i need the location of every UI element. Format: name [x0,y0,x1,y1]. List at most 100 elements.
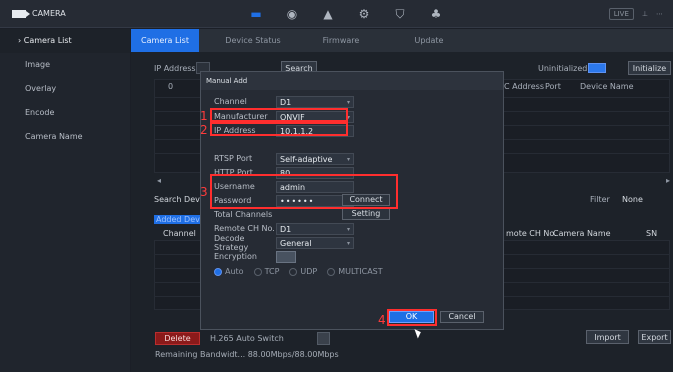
table-header-device-name: Device Name [580,82,634,91]
rtsp-port-label: RTSP Port [214,154,253,163]
sidebar-item-label: Encode [25,108,55,117]
table-header-index: 0 [168,82,174,91]
h265-auto-switch-label: H.265 Auto Switch [210,334,284,343]
network-icon[interactable]: ◉ [284,7,300,21]
annotation-number: 2 [200,123,208,137]
user-icon[interactable]: ♣ [428,7,444,21]
radio-unselected-icon [327,267,336,276]
annotation-box-credentials [210,174,398,209]
radio-selected-icon [214,267,222,276]
ok-button[interactable]: OK [389,311,434,323]
app-title-text: CAMERA [32,9,66,18]
user-status-icon[interactable]: ⊥ [642,10,648,18]
annotation-box-ip-address [210,122,348,136]
rtsp-port-row: RTSP Port Self-adaptive ▾ [214,152,354,165]
radio-label: UDP [300,267,318,276]
tab-firmware[interactable]: Firmware [307,29,375,52]
setting-button[interactable]: Setting [342,208,390,220]
top-status-area: LIVE ⊥ ⋯ [608,8,663,20]
decode-strategy-select[interactable]: General ▾ [276,236,354,249]
encryption-row: Encryption [214,250,296,263]
tab-device-status[interactable]: Device Status [219,29,287,52]
table-header-camera-name: Camera Name [553,229,611,238]
ip-address-filter-label: IP Address [154,64,196,73]
sidebar-item-label: Camera Name [25,132,83,141]
uninitialized-label: Uninitialized [538,64,588,73]
sidebar-item-image[interactable]: Image [0,53,130,77]
top-bar: CAMERA ▬ ◉ ▲ ⚙ ⛉ ♣ LIVE ⊥ ⋯ [0,0,673,28]
uninitialized-toggle[interactable] [588,63,606,73]
chevron-down-icon: ▾ [346,98,350,106]
table-header-remote-ch: mote CH No. [506,229,557,238]
radio-auto[interactable]: Auto [214,267,244,276]
chevron-right-icon: › [18,36,22,45]
sidebar-item-camera-list[interactable]: › Camera List [0,29,130,53]
filter-select[interactable]: None [622,195,643,204]
tab-camera-list[interactable]: Camera List [131,29,199,52]
radio-label: Auto [225,267,244,276]
delete-button[interactable]: Delete [155,332,200,345]
total-channels-label: Total Channels [214,210,273,219]
sidebar: › Camera List Image Overlay Encode Camer… [0,29,130,372]
sidebar-item-label: Camera List [23,36,72,45]
radio-udp[interactable]: UDP [289,267,317,276]
sidebar-item-camera-name[interactable]: Camera Name [0,125,130,149]
table-header-port: Port [545,82,561,91]
remaining-bandwidth-text: Remaining Bandwidt... 88.00Mbps/88.00Mbp… [155,350,339,359]
radio-label: TCP [264,267,280,276]
filter-label: Filter [590,195,610,204]
radio-unselected-icon [289,267,298,276]
live-badge[interactable]: LIVE [608,8,634,20]
protocol-row: Auto TCP UDP MULTICAST [214,265,383,278]
radio-multicast[interactable]: MULTICAST [327,267,383,276]
scroll-left-icon[interactable]: ◂ [157,176,161,185]
total-channels-row: Total Channels [214,208,276,221]
channel-value: D1 [280,97,292,107]
tab-update[interactable]: Update [395,29,463,52]
added-devices-label[interactable]: Added Devi [154,215,205,224]
table-header-sn: SN [646,229,658,238]
menu-icon[interactable]: ⋯ [656,10,663,18]
table-header-mac: C Address [504,82,544,91]
settings-icon[interactable]: ⚙ [356,7,372,21]
chevron-down-icon: ▾ [346,225,350,233]
sidebar-item-label: Overlay [25,84,57,93]
protocol-radio-group: Auto TCP UDP MULTICAST [214,267,383,276]
camera-logo-icon [12,9,30,18]
table-header-channel: Channel [163,229,196,238]
chevron-down-icon: ▾ [346,155,350,163]
decode-strategy-row: Decode Strategy General ▾ [214,233,354,252]
annotation-number: 4 [378,313,386,327]
top-icon-toolbar: ▬ ◉ ▲ ⚙ ⛉ ♣ [248,7,444,21]
initialize-button[interactable]: Initialize [628,61,671,75]
export-button[interactable]: Export [638,330,671,344]
remote-ch-value: D1 [280,224,292,234]
shield-icon[interactable]: ⛉ [392,7,408,21]
camera-icon[interactable]: ▬ [248,7,264,21]
rtsp-port-value: Self-adaptive [280,154,333,164]
annotation-number: 1 [200,109,208,123]
rtsp-port-select[interactable]: Self-adaptive ▾ [276,152,354,165]
cancel-button[interactable]: Cancel [440,311,484,323]
import-button[interactable]: Import [586,330,629,344]
channel-row: Channel D1 ▾ [214,95,354,108]
h265-toggle[interactable] [317,332,330,345]
dialog-title: Manual Add [201,72,503,90]
encryption-toggle[interactable] [276,250,296,263]
channel-select[interactable]: D1 ▾ [276,95,354,108]
sidebar-item-label: Image [25,60,51,69]
decode-strategy-label: Decode Strategy [214,233,249,252]
sidebar-item-encode[interactable]: Encode [0,101,130,125]
channel-label: Channel [214,97,247,106]
radio-tcp[interactable]: TCP [253,267,280,276]
search-devices-label: Search Dev [154,195,200,204]
annotation-box-manufacturer [210,108,348,122]
remote-ch-label: Remote CH No. [214,224,275,233]
annotation-number: 3 [200,185,208,199]
sidebar-item-overlay[interactable]: Overlay [0,77,130,101]
remote-ch-select[interactable]: D1 ▾ [276,222,354,235]
storage-icon[interactable]: ▲ [320,7,336,21]
tab-bar: Camera List Device Status Firmware Updat… [131,29,673,52]
radio-unselected-icon [253,267,262,276]
scroll-right-icon[interactable]: ▸ [666,176,670,185]
